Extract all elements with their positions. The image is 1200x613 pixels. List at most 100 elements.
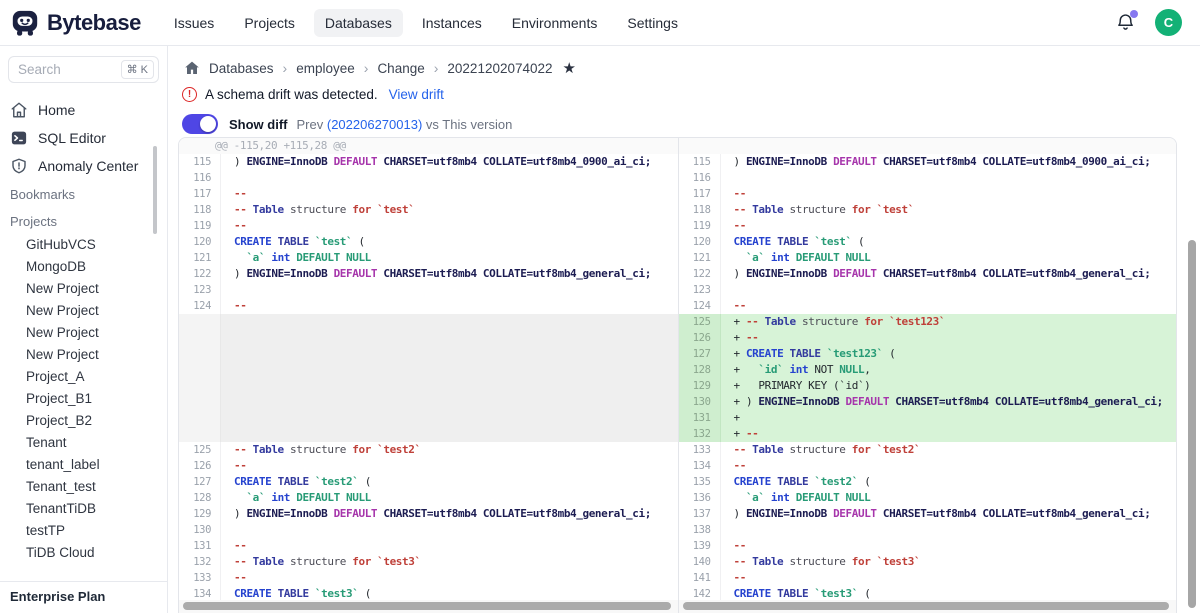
code-text xyxy=(221,394,678,410)
token-m: DEFAULT xyxy=(334,507,384,520)
token-r: -- xyxy=(734,443,753,456)
nav-item-instances[interactable]: Instances xyxy=(411,9,493,37)
code-text xyxy=(221,378,678,394)
horizontal-scrollbar-left[interactable] xyxy=(183,602,671,610)
sidebar-project-testtp[interactable]: testTP xyxy=(0,520,167,542)
breadcrumb-home-icon[interactable] xyxy=(184,60,200,76)
line-number: 122 xyxy=(179,266,221,282)
breadcrumb-items: Databases›employee›Change›20221202074022 xyxy=(209,60,553,76)
bookmark-star-icon[interactable]: ★ xyxy=(563,59,576,77)
notifications-bell-icon[interactable] xyxy=(1115,12,1137,34)
token-p: ( xyxy=(889,347,895,360)
token-d: COLLATE=utf8mb4_general_ci; xyxy=(995,395,1163,408)
sidebar-project-new-project[interactable]: New Project xyxy=(0,344,167,366)
nav-item-settings[interactable]: Settings xyxy=(616,9,689,37)
token-t: Table xyxy=(253,203,290,216)
token-r: -- xyxy=(234,187,246,200)
line-number: 139 xyxy=(679,538,721,554)
diff-line: 133-- Table structure for `test2` xyxy=(679,442,1177,458)
line-number: 132 xyxy=(179,554,221,570)
sidebar-item-anomaly-center[interactable]: Anomaly Center xyxy=(0,152,167,180)
sidebar-project-tenant[interactable]: Tenant xyxy=(0,432,167,454)
show-diff-toggle[interactable] xyxy=(182,114,218,134)
token-p: ) xyxy=(234,155,246,168)
line-number: 131 xyxy=(679,410,721,426)
nav-item-issues[interactable]: Issues xyxy=(163,9,225,37)
token-d: ENGINE=InnoDB xyxy=(746,267,833,280)
sidebar-project-new-project[interactable]: New Project xyxy=(0,278,167,300)
token-r: -- xyxy=(734,219,746,232)
code-text xyxy=(721,522,1177,538)
token-k: CREATE xyxy=(734,475,778,488)
breadcrumb-item-employee[interactable]: employee xyxy=(296,61,355,76)
code-text: -- xyxy=(721,218,1177,234)
breadcrumb-item-databases[interactable]: Databases xyxy=(209,61,274,76)
diff-line: 126+ -- xyxy=(679,330,1177,346)
sidebar-project-tenant-test[interactable]: Tenant_test xyxy=(0,476,167,498)
sidebar-project-new-project[interactable]: New Project xyxy=(0,322,167,344)
hunk-header-text: @@ -115,20 +115,28 @@ xyxy=(179,138,678,154)
code-text: -- Table structure for `test` xyxy=(221,202,678,218)
schema-drift-alert: ! A schema drift was detected. View drif… xyxy=(168,77,1200,102)
token-g: DEFAULT NULL xyxy=(796,491,871,504)
token-d: ENGINE=InnoDB xyxy=(746,155,833,168)
sidebar-project-tenant-label[interactable]: tenant_label xyxy=(0,454,167,476)
code-text: ) ENGINE=InnoDB DEFAULT CHARSET=utf8mb4 … xyxy=(721,266,1177,282)
token-r: -- xyxy=(746,331,758,344)
line-number: 120 xyxy=(679,234,721,250)
sidebar-project-githubvcs[interactable]: GitHubVCS xyxy=(0,234,167,256)
token-c: structure xyxy=(290,203,352,216)
nav-item-projects[interactable]: Projects xyxy=(233,9,306,37)
code-text xyxy=(221,330,678,346)
line-number: 138 xyxy=(679,522,721,538)
token-p: + ) xyxy=(734,395,759,408)
terminal-icon xyxy=(10,129,28,147)
avatar[interactable]: C xyxy=(1155,9,1182,36)
token-r: for `test2` xyxy=(352,443,420,456)
nav-item-databases[interactable]: Databases xyxy=(314,9,403,37)
token-r: -- xyxy=(734,299,746,312)
sidebar-project-project-b2[interactable]: Project_B2 xyxy=(0,410,167,432)
diff-line: 141-- xyxy=(679,570,1177,586)
token-r: -- xyxy=(234,443,253,456)
sidebar-project-tenanttidb[interactable]: TenantTiDB xyxy=(0,498,167,520)
line-number: 135 xyxy=(679,474,721,490)
token-p: + xyxy=(734,427,746,440)
token-t: Table xyxy=(765,315,802,328)
prev-version-link[interactable]: (202206270013) xyxy=(327,117,422,132)
token-g: `test` xyxy=(814,235,858,248)
sidebar-project-tidb-cloud[interactable]: TiDB Cloud xyxy=(0,542,167,564)
token-p: + xyxy=(734,411,740,424)
sidebar-item-home[interactable]: Home xyxy=(0,96,167,124)
sidebar-item-sql-editor[interactable]: SQL Editor xyxy=(0,124,167,152)
sidebar-project-project-a[interactable]: Project_A xyxy=(0,366,167,388)
bytebase-logo[interactable]: Bytebase xyxy=(10,8,141,38)
page-scrollbar[interactable] xyxy=(1188,240,1196,608)
diff-line: 133-- xyxy=(179,570,678,586)
nav-item-environments[interactable]: Environments xyxy=(501,9,609,37)
breadcrumb-item-change[interactable]: Change xyxy=(377,61,424,76)
line-number: 133 xyxy=(679,442,721,458)
main-content: Databases›employee›Change›20221202074022… xyxy=(168,46,1200,613)
code-text xyxy=(221,346,678,362)
token-k: int xyxy=(771,251,796,264)
shield-icon xyxy=(10,157,28,175)
search-input[interactable] xyxy=(18,62,121,77)
token-p: ( xyxy=(864,587,870,600)
token-p: ) xyxy=(734,507,746,520)
token-p: ( xyxy=(365,475,371,488)
sidebar-project-mongodb[interactable]: MongoDB xyxy=(0,256,167,278)
token-c: structure xyxy=(802,315,864,328)
diff-line: 128+ `id` int NOT NULL, xyxy=(679,362,1177,378)
breadcrumb-item-20221202074022[interactable]: 20221202074022 xyxy=(447,61,552,76)
sidebar-project-project-b1[interactable]: Project_B1 xyxy=(0,388,167,410)
token-r: for `test2` xyxy=(852,443,920,456)
horizontal-scrollbar-right[interactable] xyxy=(683,602,1170,610)
line-number: 137 xyxy=(679,506,721,522)
view-drift-link[interactable]: View drift xyxy=(389,87,444,102)
code-text xyxy=(221,282,678,298)
token-g: DEFAULT NULL xyxy=(796,251,871,264)
sidebar-project-new-project[interactable]: New Project xyxy=(0,300,167,322)
sidebar-scrollbar[interactable] xyxy=(153,146,157,234)
token-m: DEFAULT xyxy=(833,267,883,280)
